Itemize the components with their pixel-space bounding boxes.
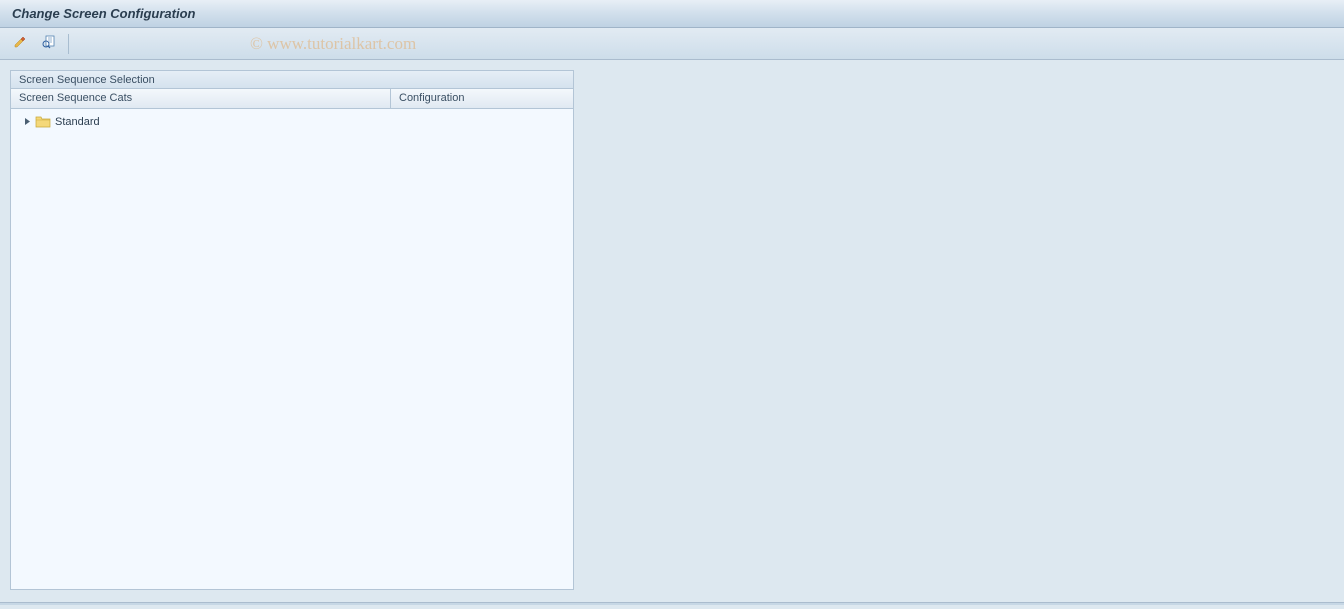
bottom-border bbox=[0, 602, 1344, 605]
expand-caret-icon[interactable] bbox=[23, 118, 31, 126]
watermark-text: © www.tutorialkart.com bbox=[250, 34, 416, 54]
content-area: Screen Sequence Selection Screen Sequenc… bbox=[0, 60, 1344, 609]
column-header-config[interactable]: Configuration bbox=[391, 89, 573, 108]
screen-sequence-panel: Screen Sequence Selection Screen Sequenc… bbox=[10, 70, 574, 590]
title-bar: Change Screen Configuration bbox=[0, 0, 1344, 28]
toolbar-separator bbox=[68, 34, 69, 54]
tree-row-standard[interactable]: Standard bbox=[17, 113, 567, 130]
edit-button[interactable] bbox=[10, 33, 32, 55]
column-header-cats[interactable]: Screen Sequence Cats bbox=[11, 89, 391, 108]
magnifier-document-icon bbox=[41, 34, 57, 53]
panel-title: Screen Sequence Selection bbox=[11, 71, 573, 89]
tree-item-label: Standard bbox=[55, 116, 100, 128]
folder-icon bbox=[35, 115, 51, 129]
toolbar: © www.tutorialkart.com bbox=[0, 28, 1344, 60]
page-title: Change Screen Configuration bbox=[12, 6, 195, 21]
pencil-glasses-icon bbox=[13, 34, 29, 53]
tree-area[interactable]: Standard bbox=[11, 109, 573, 589]
search-button[interactable] bbox=[38, 33, 60, 55]
table-header: Screen Sequence Cats Configuration bbox=[11, 89, 573, 109]
